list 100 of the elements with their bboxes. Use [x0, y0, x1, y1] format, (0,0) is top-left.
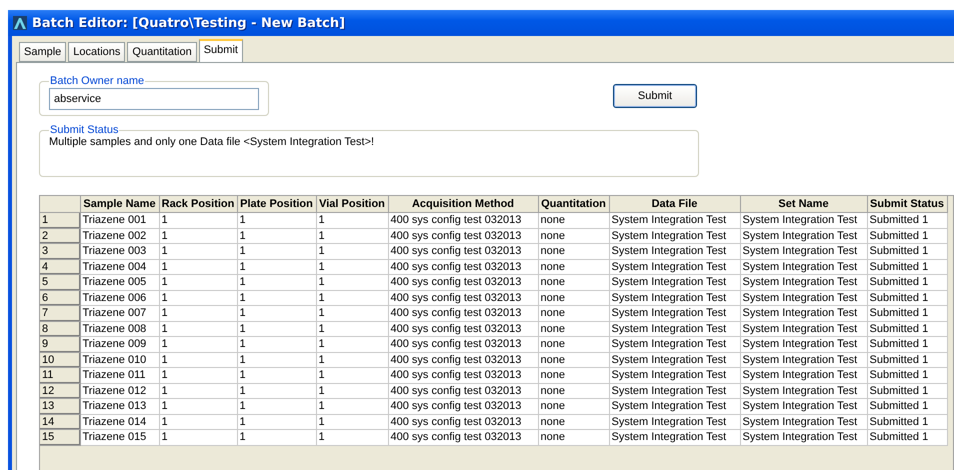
table-cell: 1	[237, 274, 316, 290]
column-header[interactable]: Vial Position	[316, 196, 388, 212]
table-cell: 1	[237, 321, 316, 336]
row-header[interactable]: 7	[40, 306, 80, 321]
table-cell: 400 sys config test 032013	[388, 259, 538, 274]
column-header[interactable]: Sample Name	[80, 196, 159, 212]
table-cell: Submitted 1	[867, 228, 947, 244]
table-cell: System Integration Test	[740, 228, 867, 244]
table-cell: none	[538, 244, 609, 259]
table-cell: 400 sys config test 032013	[388, 244, 538, 259]
table-cell: 1	[159, 430, 237, 445]
tab[interactable]: Sample	[19, 42, 66, 62]
table-cell: none	[538, 368, 609, 383]
table-cell: none	[538, 414, 609, 430]
app-logo-icon	[13, 16, 27, 30]
table-cell: 1	[159, 212, 237, 228]
tab[interactable]: Quantitation	[127, 42, 197, 62]
submit-button[interactable]: Submit	[613, 84, 697, 108]
table-cell: Triazene 004	[80, 259, 159, 274]
table-cell: 400 sys config test 032013	[388, 290, 538, 306]
table-cell: 1	[159, 321, 237, 336]
table-cell: 1	[237, 259, 316, 274]
table-cell: Submitted 1	[867, 290, 947, 306]
table-cell: Triazene 007	[80, 306, 159, 321]
table-cell: Submitted 1	[867, 336, 947, 352]
row-header[interactable]: 6	[40, 290, 80, 306]
table-cell: 400 sys config test 032013	[388, 336, 538, 352]
table-cell: Submitted 1	[867, 368, 947, 383]
table-cell: Triazene 014	[80, 414, 159, 430]
table-cell: 1	[316, 430, 388, 445]
table-cell: Submitted 1	[867, 306, 947, 321]
table-cell: System Integration Test	[609, 430, 740, 445]
tab[interactable]: Locations	[68, 42, 126, 62]
table-cell: Triazene 005	[80, 274, 159, 290]
row-header[interactable]: 12	[40, 383, 80, 398]
column-header[interactable]: Plate Position	[237, 196, 316, 212]
row-header[interactable]: 15	[40, 430, 80, 445]
table-cell: 400 sys config test 032013	[388, 212, 538, 228]
table-cell: none	[538, 383, 609, 398]
row-header[interactable]: 14	[40, 414, 80, 430]
table-cell: System Integration Test	[609, 352, 740, 368]
table-cell: 1	[159, 398, 237, 414]
table-cell: System Integration Test	[609, 321, 740, 336]
table-cell: none	[538, 274, 609, 290]
row-header[interactable]: 2	[40, 228, 80, 244]
table-cell: System Integration Test	[609, 244, 740, 259]
table-cell: 400 sys config test 032013	[388, 430, 538, 445]
table-cell: Triazene 013	[80, 398, 159, 414]
table-cell: Triazene 012	[80, 383, 159, 398]
table-cell: 1	[316, 383, 388, 398]
table-cell: System Integration Test	[740, 244, 867, 259]
table-cell: 1	[316, 244, 388, 259]
table-cell: System Integration Test	[609, 414, 740, 430]
group-label: Submit Status	[49, 124, 120, 136]
table-cell: Triazene 008	[80, 321, 159, 336]
table-cell: 1	[159, 228, 237, 244]
owner-name-field[interactable]: abservice	[49, 88, 259, 110]
table-cell: 1	[316, 368, 388, 383]
table-cell: 1	[237, 383, 316, 398]
table-cell: System Integration Test	[740, 430, 867, 445]
table-cell: none	[538, 352, 609, 368]
table-cell: System Integration Test	[740, 368, 867, 383]
column-header[interactable]: Submit Status	[867, 196, 947, 212]
table-cell: Triazene 002	[80, 228, 159, 244]
table-cell: Submitted 1	[867, 398, 947, 414]
table-cell: Triazene 010	[80, 352, 159, 368]
row-header[interactable]: 10	[40, 352, 80, 368]
table-cell: System Integration Test	[740, 336, 867, 352]
table-cell: System Integration Test	[609, 290, 740, 306]
column-header[interactable]: Acquisition Method	[388, 196, 538, 212]
table-cell: System Integration Test	[609, 336, 740, 352]
table-cell: 1	[237, 398, 316, 414]
column-header[interactable]: Rack Position	[159, 196, 237, 212]
row-header[interactable]: 5	[40, 274, 80, 290]
row-header[interactable]: 3	[40, 244, 80, 259]
table-cell: System Integration Test	[740, 274, 867, 290]
table-cell: 400 sys config test 032013	[388, 306, 538, 321]
row-header[interactable]: 9	[40, 336, 80, 352]
tab[interactable]: Submit	[198, 39, 243, 62]
table-cell: 1	[237, 212, 316, 228]
table-cell: System Integration Test	[740, 414, 867, 430]
column-header[interactable]: Data File	[609, 196, 740, 212]
table-cell: System Integration Test	[609, 274, 740, 290]
table-cell: 1	[159, 368, 237, 383]
window-title: Batch Editor: [Quatro\Testing - New Batch]	[32, 16, 346, 30]
column-header[interactable]: Set Name	[740, 196, 867, 212]
table-cell: 1	[159, 274, 237, 290]
table-cell: 1	[237, 336, 316, 352]
row-header[interactable]: 8	[40, 321, 80, 336]
table-cell: none	[538, 306, 609, 321]
table-cell: 400 sys config test 032013	[388, 321, 538, 336]
table-cell: 1	[316, 274, 388, 290]
row-header[interactable]: 13	[40, 398, 80, 414]
table-cell: 400 sys config test 032013	[388, 398, 538, 414]
row-header[interactable]: 11	[40, 368, 80, 383]
row-header[interactable]: 1	[40, 212, 80, 228]
table-cell: 400 sys config test 032013	[388, 383, 538, 398]
table-cell: System Integration Test	[609, 228, 740, 244]
row-header[interactable]: 4	[40, 259, 80, 274]
column-header[interactable]: Quantitation	[538, 196, 609, 212]
